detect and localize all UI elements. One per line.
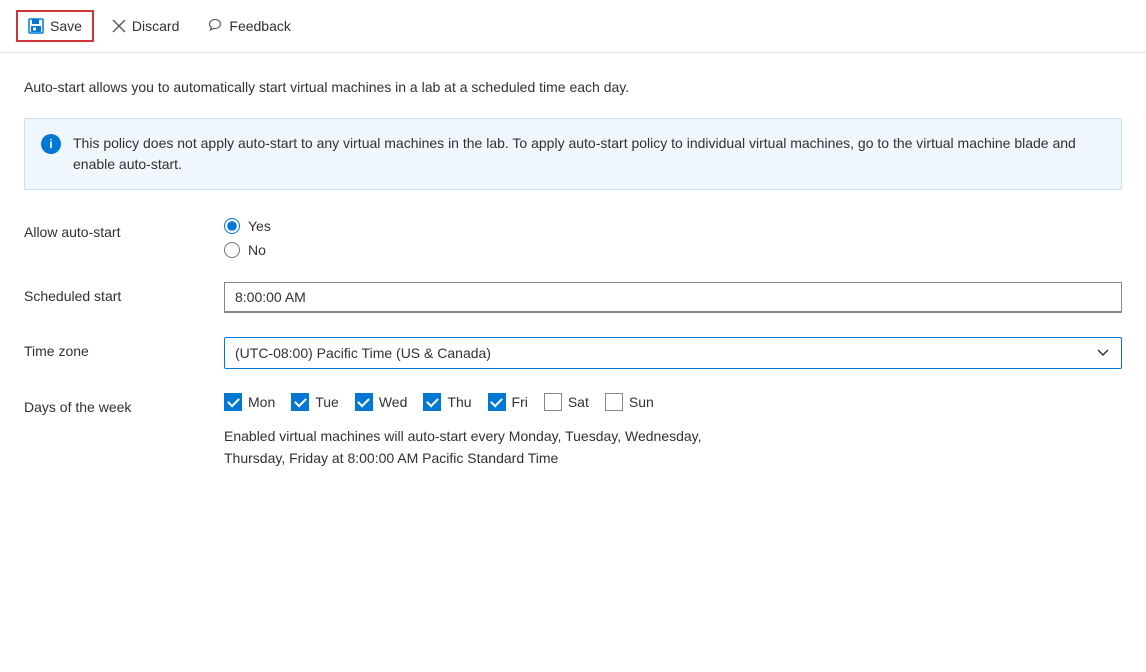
timezone-label: Time zone (24, 337, 224, 359)
days-row: Mon Tue Wed Thu Fri Sat Sun (224, 393, 1122, 411)
days-of-week-control: Mon Tue Wed Thu Fri Sat Sun Enabled virtual ma… (224, 393, 1122, 470)
toolbar: Save Discard Feedback (0, 0, 1146, 53)
allow-autostart-label: Allow auto-start (24, 218, 224, 240)
scheduled-start-input[interactable] (224, 282, 1122, 313)
day-item-tue[interactable]: Tue (291, 393, 339, 411)
save-icon (28, 18, 44, 34)
day-item-wed[interactable]: Wed (355, 393, 408, 411)
day-checkbox-mon[interactable] (224, 393, 242, 411)
save-button[interactable]: Save (16, 10, 94, 42)
radio-yes-input[interactable] (224, 218, 240, 234)
days-of-week-label: Days of the week (24, 393, 224, 415)
feedback-icon (207, 18, 223, 34)
day-checkbox-tue[interactable] (291, 393, 309, 411)
allow-autostart-row: Allow auto-start Yes No (24, 218, 1122, 258)
day-label-sat: Sat (568, 394, 589, 410)
discard-button[interactable]: Discard (102, 12, 189, 40)
page-description: Auto-start allows you to automatically s… (24, 77, 1122, 98)
day-checkbox-fri[interactable] (488, 393, 506, 411)
day-checkbox-thu[interactable] (423, 393, 441, 411)
feedback-label: Feedback (229, 18, 290, 34)
day-label-thu: Thu (447, 394, 471, 410)
days-of-week-row: Days of the week Mon Tue Wed Thu Fri Sat Sun E… (24, 393, 1122, 470)
day-checkbox-wed[interactable] (355, 393, 373, 411)
day-item-sun[interactable]: Sun (605, 393, 654, 411)
main-content: Auto-start allows you to automatically s… (0, 53, 1146, 518)
feedback-button[interactable]: Feedback (197, 12, 300, 40)
day-item-fri[interactable]: Fri (488, 393, 528, 411)
timezone-row: Time zone (UTC-08:00) Pacific Time (US &… (24, 337, 1122, 369)
discard-icon (112, 19, 126, 33)
timezone-select[interactable]: (UTC-08:00) Pacific Time (US & Canada) (224, 337, 1122, 369)
day-item-thu[interactable]: Thu (423, 393, 471, 411)
day-label-wed: Wed (379, 394, 408, 410)
radio-yes-label: Yes (248, 218, 271, 234)
days-description-line2: Thursday, Friday at 8:00:00 AM Pacific S… (224, 450, 558, 466)
radio-no-input[interactable] (224, 242, 240, 258)
day-label-sun: Sun (629, 394, 654, 410)
radio-yes[interactable]: Yes (224, 218, 1122, 234)
radio-no-label: No (248, 242, 266, 258)
allow-autostart-control: Yes No (224, 218, 1122, 258)
day-item-sat[interactable]: Sat (544, 393, 589, 411)
radio-no[interactable]: No (224, 242, 1122, 258)
scheduled-start-label: Scheduled start (24, 282, 224, 304)
day-label-mon: Mon (248, 394, 275, 410)
day-item-mon[interactable]: Mon (224, 393, 275, 411)
radio-group: Yes No (224, 218, 1122, 258)
save-label: Save (50, 18, 82, 34)
days-description-line1: Enabled virtual machines will auto-start… (224, 428, 702, 444)
scheduled-start-row: Scheduled start (24, 282, 1122, 313)
day-checkbox-sun[interactable] (605, 393, 623, 411)
info-icon: i (41, 134, 61, 154)
day-checkbox-sat[interactable] (544, 393, 562, 411)
info-text: This policy does not apply auto-start to… (73, 133, 1105, 175)
day-label-fri: Fri (512, 394, 528, 410)
timezone-control: (UTC-08:00) Pacific Time (US & Canada) (224, 337, 1122, 369)
days-description: Enabled virtual machines will auto-start… (224, 425, 1122, 470)
day-label-tue: Tue (315, 394, 339, 410)
scheduled-start-control (224, 282, 1122, 313)
info-box: i This policy does not apply auto-start … (24, 118, 1122, 190)
discard-label: Discard (132, 18, 179, 34)
